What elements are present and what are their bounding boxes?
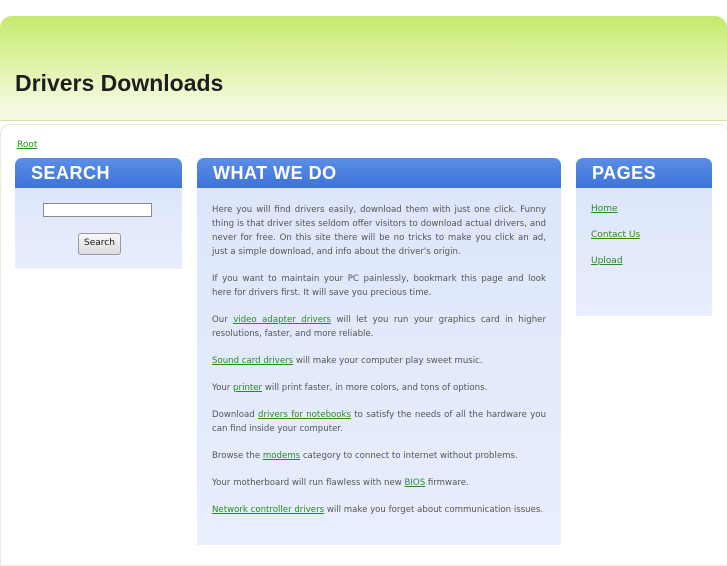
printer-link[interactable]: printer bbox=[233, 383, 262, 393]
network-controller-drivers-link[interactable]: Network controller drivers bbox=[212, 505, 324, 515]
video-text-a: Our bbox=[212, 315, 234, 325]
modems-link[interactable]: modems bbox=[263, 451, 300, 461]
sound-paragraph: Sound card drivers will make your comput… bbox=[212, 354, 546, 368]
printer-paragraph: Your printer will print faster, in more … bbox=[212, 381, 546, 395]
breadcrumb-root-link[interactable]: Root bbox=[17, 140, 37, 150]
drivers-for-notebooks-link[interactable]: drivers for notebooks bbox=[258, 410, 351, 420]
search-button[interactable]: Search bbox=[78, 233, 121, 255]
upload-link[interactable]: Upload bbox=[591, 256, 623, 266]
home-link[interactable]: Home bbox=[591, 204, 618, 214]
search-panel bbox=[15, 188, 182, 269]
bookmark-paragraph: If you want to maintain your PC painless… bbox=[212, 274, 546, 298]
modems-paragraph: Browse the modems category to connect to… bbox=[212, 449, 546, 463]
search-heading: SEARCH bbox=[15, 158, 182, 188]
printer-text-b: will print faster, in more colors, and t… bbox=[262, 383, 488, 393]
bios-paragraph: Your motherboard will run flawless with … bbox=[212, 476, 546, 490]
network-text-b: will make you forget about communication… bbox=[324, 505, 544, 515]
notebooks-text-a: Download bbox=[212, 410, 259, 420]
what-we-do-heading: WHAT WE DO bbox=[197, 158, 561, 188]
pages-heading: PAGES bbox=[576, 158, 712, 188]
modems-text-b: category to connect to internet without … bbox=[300, 451, 518, 461]
bios-text-a: Your motherboard will run flawless with … bbox=[212, 478, 405, 488]
sound-card-drivers-link[interactable]: Sound card drivers bbox=[212, 356, 293, 366]
site-header: Drivers Downloads bbox=[0, 16, 727, 121]
sound-text-b: will make your computer play sweet music… bbox=[293, 356, 483, 366]
bios-link[interactable]: BIOS bbox=[405, 478, 426, 488]
contact-us-link[interactable]: Contact Us bbox=[591, 230, 640, 240]
search-input[interactable] bbox=[43, 203, 152, 217]
notebooks-paragraph: Download drivers for notebooks to satisf… bbox=[212, 408, 546, 436]
printer-text-a: Your bbox=[212, 383, 234, 393]
video-adapter-drivers-link[interactable]: video adapter drivers bbox=[233, 315, 331, 325]
modems-text-a: Browse the bbox=[212, 451, 263, 461]
bios-text-b: firmware. bbox=[425, 478, 469, 488]
site-title: Drivers Downloads bbox=[15, 70, 224, 96]
network-paragraph: Network controller drivers will make you… bbox=[212, 503, 546, 517]
what-we-do-panel: Here you will find drivers easily, downl… bbox=[197, 188, 561, 545]
video-paragraph: Our video adapter drivers will let you r… bbox=[212, 313, 546, 341]
intro-paragraph: Here you will find drivers easily, downl… bbox=[212, 205, 546, 257]
